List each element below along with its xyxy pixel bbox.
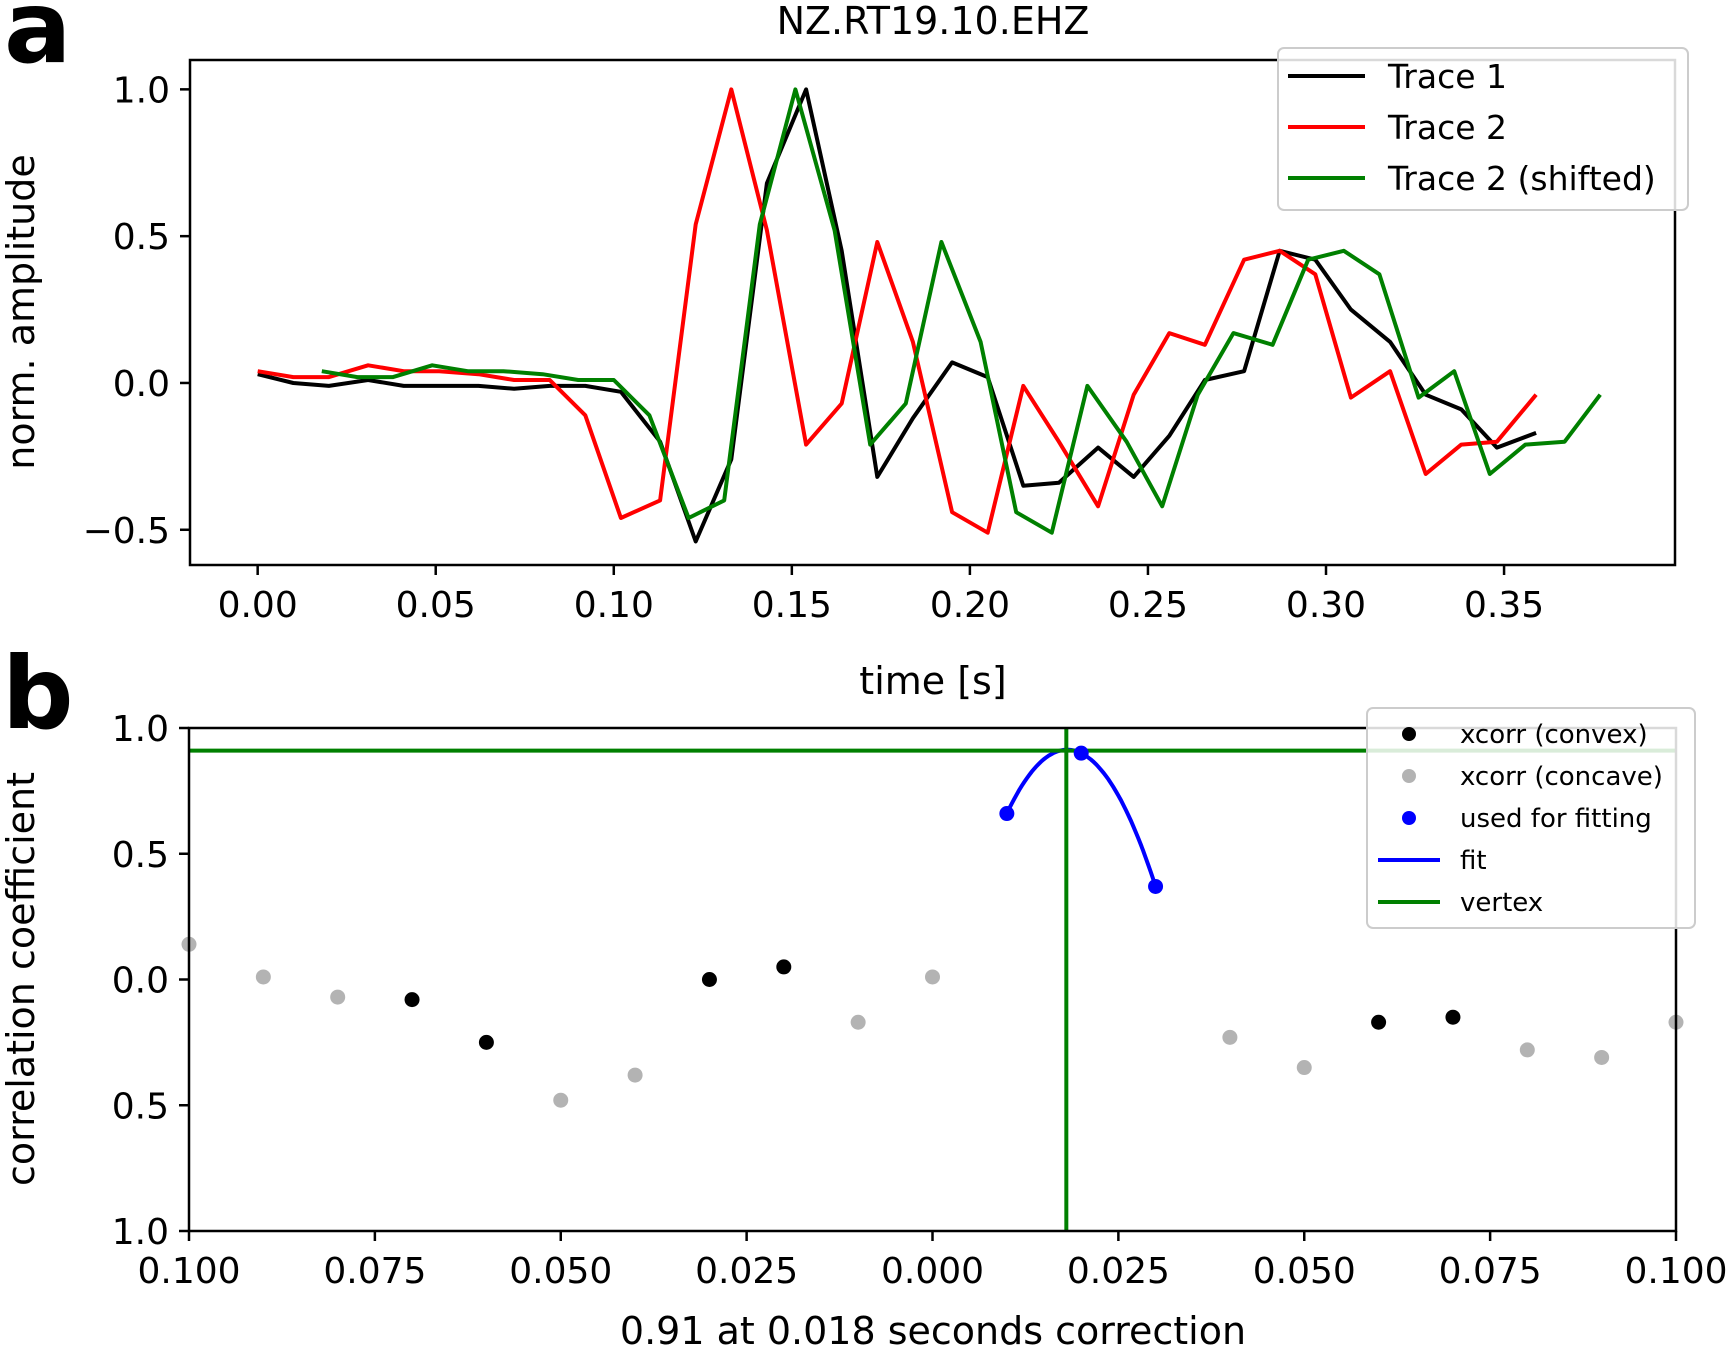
panel-b-x-ticks: 0.100 0.075 0.050 0.025 0.000 0.025 0.050 0.075…	[137, 1231, 1728, 1292]
panel-b-x-tick-label: 0.100	[1624, 1251, 1727, 1292]
panel-b-y-tick-label: 0.0	[112, 961, 169, 1002]
xcorr-concave-point	[850, 1014, 866, 1030]
legend-label-trace-2-shifted: Trace 2 (shifted)	[1387, 159, 1656, 198]
panel-b-y-axis-label: correlation coefficient	[0, 772, 43, 1186]
panel-b-x-tick-label: 0.025	[695, 1251, 798, 1292]
panel-a-x-tick-label: 0.10	[574, 585, 654, 626]
legend-label-xcorr-concave: xcorr (concave)	[1460, 762, 1663, 792]
panel-a-y-tick-label: 1.0	[113, 70, 170, 111]
xcorr-concave-point	[255, 969, 271, 985]
legend-label-xcorr-convex: xcorr (convex)	[1460, 720, 1648, 750]
used-for-fitting-point	[999, 806, 1015, 822]
legend-label-used-for-fitting: used for fitting	[1460, 804, 1652, 834]
legend-label-fit: fit	[1460, 846, 1487, 876]
figure: a NZ.RT19.10.EHZ 0.00 0.05 0.10 0.15 0.20 0.2…	[0, 0, 1728, 1350]
panel-b-y-ticks: 1.0 0.5 0.0 0.5 1.0	[112, 709, 189, 1253]
xcorr-concave-point	[330, 989, 346, 1005]
legend-marker-used-for-fitting	[1402, 811, 1416, 825]
legend-label-trace-1: Trace 1	[1387, 57, 1507, 96]
panel-b-x-tick-label: 0.075	[1439, 1251, 1542, 1292]
panel-a-x-tick-label: 0.20	[930, 585, 1010, 626]
legend-marker-xcorr-convex	[1402, 727, 1416, 741]
xcorr-concave-point	[1296, 1060, 1312, 1076]
legend-marker-xcorr-concave	[1402, 769, 1416, 783]
panel-b-x-tick-label: 0.100	[137, 1251, 240, 1292]
panel-a-x-tick-label: 0.00	[218, 585, 298, 626]
panel-b-y-tick-label: 1.0	[112, 1212, 169, 1253]
panel-b-points-group	[181, 936, 1684, 1108]
panel-b-x-tick-label: 0.050	[1253, 1251, 1356, 1292]
panel-a-y-tick-label: 0.5	[113, 217, 170, 258]
xcorr-convex-point	[404, 992, 420, 1008]
legend-label-trace-2: Trace 2	[1387, 108, 1507, 147]
panel-a: a NZ.RT19.10.EHZ 0.00 0.05 0.10 0.15 0.20 0.2…	[0, 0, 1689, 703]
xcorr-concave-point	[1222, 1029, 1238, 1045]
xcorr-concave-point	[1519, 1042, 1535, 1058]
panel-a-y-axis-label: norm. amplitude	[0, 154, 43, 470]
panel-b-letter: b	[2, 635, 74, 752]
xcorr-concave-point	[925, 969, 940, 985]
xcorr-convex-point	[478, 1034, 494, 1050]
panel-a-x-tick-label: 0.35	[1464, 585, 1544, 626]
xcorr-convex-point	[1445, 1009, 1461, 1025]
fit-curve	[1005, 747, 1158, 888]
panel-b-used-points-group	[999, 745, 1164, 894]
legend-label-vertex: vertex	[1460, 888, 1543, 918]
panel-a-x-axis-label: time [s]	[859, 659, 1006, 703]
panel-b-x-tick-label: 0.050	[509, 1251, 612, 1292]
panel-a-x-tick-label: 0.15	[752, 585, 832, 626]
panel-b-legend: xcorr (convex) xcorr (concave) used for …	[1366, 707, 1696, 929]
panel-b-x-axis-label: 0.91 at 0.018 seconds correction	[620, 1309, 1246, 1350]
xcorr-convex-point	[776, 959, 792, 975]
panel-a-y-tick-label: −0.5	[83, 511, 170, 552]
used-for-fitting-point	[1148, 878, 1164, 894]
xcorr-concave-point	[553, 1092, 569, 1108]
panel-b-y-tick-label: 1.0	[112, 709, 169, 750]
panel-b-y-tick-label: 0.5	[112, 1086, 169, 1127]
panel-b: b 0.100 0.075 0.050 0.025 0.000 0.025 0.050 0.0…	[0, 635, 1728, 1350]
panel-a-y-ticks: −0.5 0.0 0.5 1.0	[83, 70, 190, 552]
panel-b-fit-group	[1005, 747, 1158, 888]
panel-a-x-ticks: 0.00 0.05 0.10 0.15 0.20 0.25 0.30 0.35	[218, 565, 1544, 626]
panel-a-legend: Trace 1 Trace 2 Trace 2 (shifted)	[1277, 47, 1689, 211]
panel-a-x-tick-label: 0.05	[396, 585, 476, 626]
panel-a-x-tick-label: 0.30	[1286, 585, 1366, 626]
xcorr-concave-point	[627, 1067, 643, 1083]
panel-a-letter: a	[4, 0, 71, 86]
xcorr-concave-point	[1594, 1049, 1610, 1065]
panel-b-x-tick-label: 0.000	[881, 1251, 984, 1292]
xcorr-convex-point	[701, 972, 717, 987]
panel-b-y-tick-label: 0.5	[112, 835, 169, 876]
panel-a-title: NZ.RT19.10.EHZ	[777, 0, 1090, 43]
xcorr-convex-point	[1371, 1014, 1387, 1030]
panel-a-x-tick-label: 0.25	[1108, 585, 1188, 626]
panel-a-y-tick-label: 0.0	[113, 364, 170, 405]
used-for-fitting-point	[1073, 745, 1089, 761]
panel-b-x-tick-label: 0.075	[323, 1251, 426, 1292]
panel-b-x-tick-label: 0.025	[1067, 1251, 1170, 1292]
